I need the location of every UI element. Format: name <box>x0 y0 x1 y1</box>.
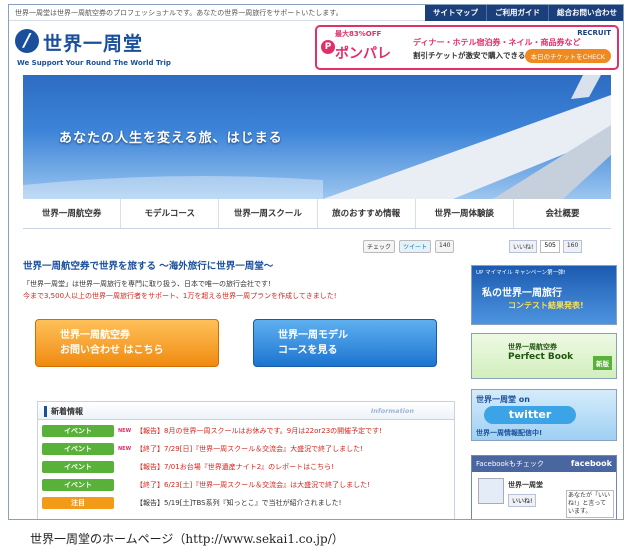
news-row[interactable]: イベント 【報告】7/01お台場『世界遺産ナイト2』のレポートはこちら! <box>42 460 446 474</box>
site-logo[interactable]: / 世界一周堂 We Support Your Round The World … <box>15 27 195 71</box>
menu-experiences[interactable]: 世界一周体験談 <box>414 199 513 228</box>
menu-air-ticket[interactable]: 世界一周航空券 <box>23 199 120 228</box>
ponpare-icon: P <box>321 40 335 54</box>
check-button[interactable]: チェック <box>363 240 396 253</box>
model-course-button[interactable]: 世界一周モデル コースを見る <box>253 319 437 367</box>
facebook-widget-header: Facebookもチェック facebook <box>472 456 616 472</box>
news-row[interactable]: イベント 【終了】6/23[土]『世界一周スクール＆交流会』は大盛況で終了しました… <box>42 478 446 492</box>
model-button-line1: 世界一周モデル <box>278 330 348 341</box>
news-row[interactable]: 注目 【報告】5/19[土]TBS系列『知っとこ』で当社が紹介されました! <box>42 496 446 510</box>
menu-model-course[interactable]: モデルコース <box>120 199 218 228</box>
nav-guide[interactable]: ご利用ガイド <box>486 5 548 21</box>
news-text[interactable]: 【終了】6/23[土]『世界一周スクール＆交流会』は大盛況で終了しました! <box>136 480 370 490</box>
tagline: 世界一周堂は世界一周航空券のプロフェッショナルです。あなたの世界一周旅行をサポー… <box>15 9 343 17</box>
ad-name: ポンパレ <box>335 46 391 62</box>
news-header: 新着情報 Information <box>38 402 454 420</box>
news-row[interactable]: イベント NEW 【報告】8月の世界一周スクールはお休みです。9月は22or23の開… <box>42 424 446 438</box>
avatar[interactable] <box>478 478 504 504</box>
news-text[interactable]: 【報告】7/01お台場『世界遺産ナイト2』のレポートはこちら! <box>136 462 334 472</box>
facebook-widget-title: Facebookもチェック <box>476 460 544 468</box>
news-category-badge: イベント <box>42 425 114 437</box>
twitter-banner[interactable]: 世界一周堂 on twitter 世界一周情報配信中! <box>471 389 617 441</box>
sidebar: いいね! 505 160 UP マイマイル キャンペーン第一弾! 私の世界一周旅… <box>467 237 619 519</box>
recruit-logo: RECRUIT <box>577 29 611 37</box>
news-row[interactable]: イベント NEW 【終了】7/29[日]『世界一周スクール＆交流会』大盛況で終了しま… <box>42 442 446 456</box>
top-nav: サイトマップ ご利用ガイド 総合お問い合わせ <box>425 5 623 21</box>
hero-banner: あなたの人生を変える旅、はじまる <box>23 75 611 199</box>
perfect-book-banner[interactable]: 世界一周航空券 Perfect Book 新版 <box>471 333 617 379</box>
contest-banner[interactable]: UP マイマイル キャンペーン第一弾! 私の世界一周旅行 コンテスト結果発表! <box>471 265 617 325</box>
ad-check-button[interactable]: 本日のチケットをCHECK <box>524 49 611 63</box>
model-button-line2: コースを見る <box>278 345 338 356</box>
facebook-logo: facebook <box>570 459 612 468</box>
logo-subtitle: We Support Your Round The World Trip <box>17 59 171 67</box>
news-category-badge: イベント <box>42 461 114 473</box>
inquiry-button-line1: 世界一周航空券 <box>60 330 130 341</box>
browser-page: 世界一周堂は世界一周航空券のプロフェッショナルです。あなたの世界一周旅行をサポー… <box>8 4 624 520</box>
news-category-badge: イベント <box>42 479 114 491</box>
twitter-logo: twitter <box>484 406 576 424</box>
nav-contact[interactable]: 総合お問い合わせ <box>548 5 623 21</box>
twitter-banner-top: 世界一周堂 on <box>476 395 530 404</box>
news-text[interactable]: 【終了】7/29[日]『世界一周スクール＆交流会』大盛況で終了しました! <box>136 444 363 454</box>
facebook-like-row: いいね! 505 160 <box>509 240 583 253</box>
news-text[interactable]: 【報告】8月の世界一周スクールはお休みです。9月は22or23の開催予定です! <box>136 426 382 436</box>
inquiry-button[interactable]: 世界一周航空券 お問い合わせ はこちら <box>35 319 219 367</box>
ponpare-ad-banner[interactable]: 最大83%OFF P ポンパレ ディナー・ホテル宿泊券・ネイル・商品券など 割引… <box>315 25 619 70</box>
figure-caption: 世界一周堂のホームページ（http://www.sekai1.co.jp/） <box>30 532 344 546</box>
top-bar: 世界一周堂は世界一周航空券のプロフェッショナルです。あなたの世界一周旅行をサポー… <box>9 5 623 21</box>
like-count: 505 <box>540 240 560 253</box>
facebook-widget-like[interactable]: いいね! <box>508 494 537 507</box>
social-buttons: チェック ツイート 140 <box>363 240 455 253</box>
contest-banner-sub: コンテスト結果発表! <box>508 301 584 310</box>
hero-text: あなたの人生を変える旅、はじまる <box>59 131 283 146</box>
tweet-button[interactable]: ツイート <box>399 240 432 253</box>
news-info-label: Information <box>370 407 414 415</box>
facebook-like-button[interactable]: いいね! <box>509 240 538 253</box>
facebook-page-name[interactable]: 世界一周堂 <box>508 480 543 490</box>
nav-sitemap[interactable]: サイトマップ <box>425 5 486 21</box>
perfect-book-small: 世界一周航空券 <box>508 343 557 351</box>
twitter-banner-bottom: 世界一周情報配信中! <box>476 429 543 437</box>
inquiry-button-line2: お問い合わせ はこちら <box>60 345 164 356</box>
new-badge: NEW <box>118 428 132 434</box>
news-text[interactable]: 【報告】5/19[土]TBS系列『知っとこ』で当社が紹介されました! <box>136 498 341 508</box>
news-title: 新着情報 <box>44 406 83 417</box>
contest-banner-small: UP マイマイル キャンペーン第一弾! <box>476 270 566 276</box>
news-category-badge: 注目 <box>42 497 114 509</box>
news-category-badge: イベント <box>42 443 114 455</box>
menu-school[interactable]: 世界一周スクール <box>218 199 316 228</box>
ad-badge: 最大83%OFF <box>335 30 382 38</box>
menu-travel-info[interactable]: 旅のおすすめ情報 <box>316 199 415 228</box>
ad-line1: ディナー・ホテル宿泊券・ネイル・商品券など <box>413 38 581 47</box>
share-count[interactable]: 160 <box>562 240 583 253</box>
intro-highlight: 今まで3,500人以上の世界一周旅行者をサポート、1万を超える世界一周プランを作… <box>23 292 337 300</box>
intro-text: 「世界一周堂」は世界一周旅行を専門に取り扱う、日本で唯一の旅行会社です! <box>23 280 271 288</box>
global-menu: 世界一周航空券 モデルコース 世界一周スクール 旅のおすすめ情報 世界一周体験談… <box>23 199 611 229</box>
logo-text: 世界一周堂 <box>43 33 144 55</box>
ad-line2: 割引チケットが激安で購入できる! <box>413 51 529 60</box>
tweet-count: 140 <box>435 240 455 253</box>
perfect-book-main: Perfect Book <box>508 352 574 362</box>
page-headline: 世界一周航空券で世界を旅する 〜海外旅行に世界一周堂〜 <box>23 261 274 272</box>
contest-banner-main: 私の世界一周旅行 <box>482 288 562 299</box>
logo-icon: / <box>15 29 39 53</box>
facebook-like-bubble: あなたが「いいね!」と言っています。 <box>566 490 614 518</box>
news-box: 新着情報 Information イベント NEW 【報告】8月の世界一周スクールは… <box>37 401 455 519</box>
new-badge: NEW <box>118 446 132 452</box>
new-edition-tag: 新版 <box>593 356 612 370</box>
main-content: チェック ツイート 140 世界一周航空券で世界を旅する 〜海外旅行に世界一周堂… <box>23 237 455 519</box>
menu-company[interactable]: 会社概要 <box>512 199 611 228</box>
facebook-widget: Facebookもチェック facebook 世界一周堂 いいね! あなたが「い… <box>471 455 617 519</box>
